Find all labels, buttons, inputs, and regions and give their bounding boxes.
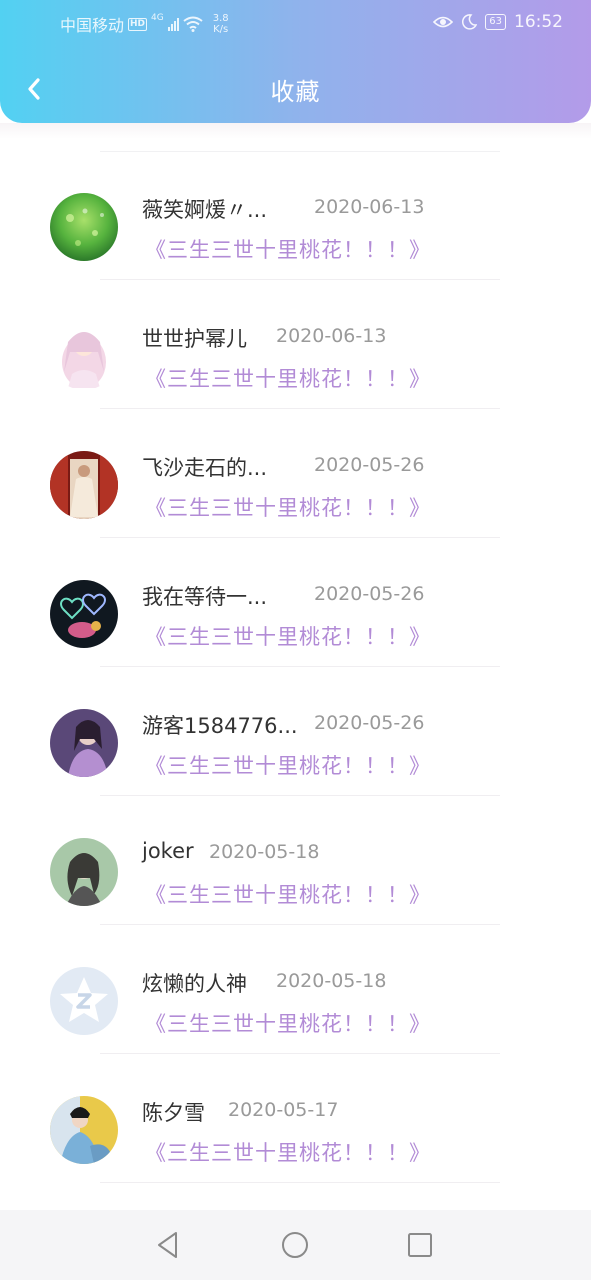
favorite-item[interactable]: 游客1584776... 2020-05-26 《三生三世十里桃花！！！》 xyxy=(0,653,591,796)
nav-recents-button[interactable] xyxy=(400,1228,440,1262)
header: 中国移动 HD 4G 3.8 K/s 63 16:52 收藏 xyxy=(0,0,591,123)
nav-home-button[interactable] xyxy=(275,1228,315,1262)
favorite-date: 2020-05-26 xyxy=(314,583,425,605)
favorite-date: 2020-05-26 xyxy=(314,454,425,476)
user-name: 世世护幂儿 xyxy=(142,327,247,351)
book-title-link[interactable]: 《三生三世十里桃花！！！》 xyxy=(145,621,431,651)
favorite-item[interactable]: 炫懒的人神 2020-05-18 《三生三世十里桃花！！！》 xyxy=(0,911,591,1054)
hd-badge: HD xyxy=(128,17,148,31)
favorite-item[interactable]: 我在等待一... 2020-05-26 《三生三世十里桃花！！！》 xyxy=(0,524,591,667)
avatar[interactable] xyxy=(50,709,118,777)
book-title-link[interactable]: 《三生三世十里桃花！！！》 xyxy=(145,879,431,909)
avatar[interactable] xyxy=(50,322,118,390)
user-name: 炫懒的人神 xyxy=(142,972,247,996)
net-speed: 3.8 K/s xyxy=(213,13,229,35)
user-name: 飞沙走石的... xyxy=(142,456,268,480)
favorite-item[interactable]: joker 2020-05-18 《三生三世十里桃花！！！》 xyxy=(0,782,591,925)
battery-icon: 63 xyxy=(485,14,506,30)
moon-icon xyxy=(462,14,478,30)
page-title: 收藏 xyxy=(270,78,321,106)
favorite-date: 2020-06-13 xyxy=(276,325,387,347)
favorite-date: 2020-05-18 xyxy=(276,970,387,992)
user-name: 游客1584776... xyxy=(142,714,298,738)
favorite-date: 2020-05-26 xyxy=(314,712,425,734)
square-recents-icon xyxy=(408,1233,432,1257)
divider xyxy=(100,1182,500,1183)
avatar[interactable] xyxy=(50,451,118,519)
avatar[interactable] xyxy=(50,1096,118,1164)
clock: 16:52 xyxy=(514,12,563,32)
triangle-back-icon xyxy=(158,1232,177,1258)
avatar[interactable] xyxy=(50,193,118,261)
favorite-item[interactable]: 陈夕雪 2020-05-17 《三生三世十里桃花！！！》 xyxy=(0,1040,591,1183)
status-right: 63 16:52 xyxy=(433,12,563,32)
user-name: 我在等待一... xyxy=(142,585,268,609)
network-type: 4G xyxy=(151,13,164,23)
status-left: 中国移动 HD 4G 3.8 K/s xyxy=(60,12,229,36)
net-speed-unit: K/s xyxy=(213,24,229,35)
avatar[interactable] xyxy=(50,580,118,648)
book-title-link[interactable]: 《三生三世十里桃花！！！》 xyxy=(145,750,431,780)
favorite-date: 2020-05-17 xyxy=(228,1099,339,1121)
signal-icon xyxy=(167,17,179,31)
nav-back-button[interactable] xyxy=(148,1228,188,1262)
favorite-item[interactable]: 飞沙走石的... 2020-05-26 《三生三世十里桃花！！！》 xyxy=(0,395,591,538)
net-speed-value: 3.8 xyxy=(212,13,229,24)
user-name: 陈夕雪 xyxy=(142,1101,205,1125)
wifi-icon xyxy=(183,16,203,32)
user-name: 薇笑婀煖〃... xyxy=(142,198,268,222)
favorite-item[interactable]: 世世护幂儿 2020-06-13 《三生三世十里桃花！！！》 xyxy=(0,266,591,409)
eye-comfort-icon xyxy=(433,16,454,28)
favorite-item[interactable]: 薇笑婀煖〃... 2020-06-13 《三生三世十里桃花！！！》 xyxy=(0,137,591,280)
circle-home-icon xyxy=(282,1232,308,1258)
favorite-date: 2020-05-18 xyxy=(209,841,320,863)
avatar[interactable] xyxy=(50,967,118,1035)
status-bar: 中国移动 HD 4G 3.8 K/s 63 16:52 xyxy=(0,0,591,46)
book-title-link[interactable]: 《三生三世十里桃花！！！》 xyxy=(145,1137,431,1167)
book-title-link[interactable]: 《三生三世十里桃花！！！》 xyxy=(145,1008,431,1038)
avatar[interactable] xyxy=(50,838,118,906)
book-title-link[interactable]: 《三生三世十里桃花！！！》 xyxy=(145,492,431,522)
favorite-date: 2020-06-13 xyxy=(314,196,425,218)
carrier-name: 中国移动 xyxy=(60,16,125,35)
system-nav-bar xyxy=(0,1210,591,1280)
user-name: joker xyxy=(142,839,194,863)
book-title-link[interactable]: 《三生三世十里桃花！！！》 xyxy=(145,234,431,264)
book-title-link[interactable]: 《三生三世十里桃花！！！》 xyxy=(145,363,431,393)
